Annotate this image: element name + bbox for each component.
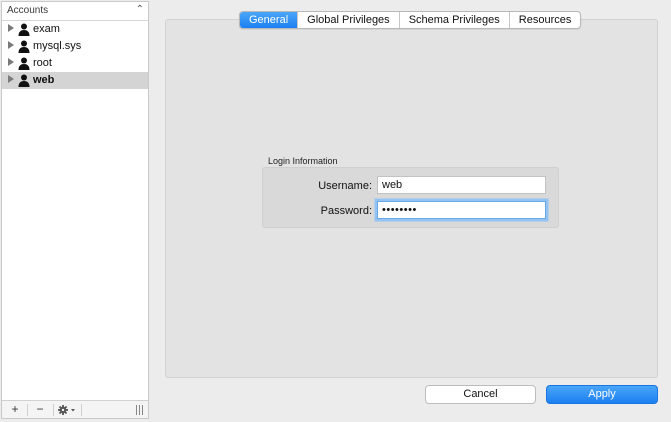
tab-global-privileges[interactable]: Global Privileges bbox=[298, 12, 400, 28]
account-row-mysql-sys[interactable]: mysql.sys bbox=[2, 38, 148, 55]
sidebar-footer: + − bbox=[2, 400, 148, 418]
footer-divider bbox=[53, 404, 54, 416]
disclosure-triangle-icon[interactable] bbox=[8, 41, 14, 49]
accounts-header-title: Accounts bbox=[7, 5, 49, 16]
password-label: Password: bbox=[320, 205, 372, 217]
tab-schema-privileges[interactable]: Schema Privileges bbox=[400, 12, 510, 28]
account-row-web[interactable]: web bbox=[2, 72, 148, 89]
disclosure-triangle-icon[interactable] bbox=[8, 58, 14, 66]
login-info-title: Login Information bbox=[268, 156, 338, 166]
account-label: root bbox=[33, 57, 52, 69]
user-icon bbox=[18, 23, 30, 36]
tab-bar: General Global Privileges Schema Privile… bbox=[239, 11, 582, 29]
disclosure-triangle-icon[interactable] bbox=[8, 75, 14, 83]
account-label: web bbox=[33, 74, 55, 86]
tab-general[interactable]: General bbox=[240, 12, 299, 28]
accounts-header[interactable]: Accounts ⌃ bbox=[2, 2, 148, 21]
account-row-exam[interactable]: exam bbox=[2, 21, 148, 38]
disclosure-triangle-icon[interactable] bbox=[8, 24, 14, 32]
cancel-button[interactable]: Cancel bbox=[425, 385, 536, 404]
username-field[interactable] bbox=[377, 176, 546, 194]
footer-divider bbox=[27, 404, 28, 416]
user-icon bbox=[18, 74, 30, 87]
remove-account-button[interactable]: − bbox=[31, 402, 49, 417]
account-label: exam bbox=[33, 23, 60, 35]
tab-resources[interactable]: Resources bbox=[510, 12, 581, 28]
password-field[interactable]: •••••••• bbox=[377, 201, 546, 219]
account-row-root[interactable]: root bbox=[2, 55, 148, 72]
gear-menu-button[interactable] bbox=[57, 403, 79, 417]
user-icon bbox=[18, 57, 30, 70]
add-account-button[interactable]: + bbox=[6, 402, 24, 417]
accounts-sidebar: Accounts ⌃ exam mysql.sys root web + − bbox=[1, 1, 149, 419]
sort-chevron-icon[interactable]: ⌃ bbox=[136, 4, 144, 15]
resize-handle[interactable] bbox=[136, 405, 143, 415]
username-label: Username: bbox=[318, 180, 372, 192]
account-list: exam mysql.sys root web bbox=[2, 21, 148, 89]
gear-icon bbox=[58, 405, 75, 415]
user-icon bbox=[18, 40, 30, 53]
account-label: mysql.sys bbox=[33, 40, 82, 52]
footer-divider bbox=[81, 404, 82, 416]
apply-button[interactable]: Apply bbox=[546, 385, 658, 404]
